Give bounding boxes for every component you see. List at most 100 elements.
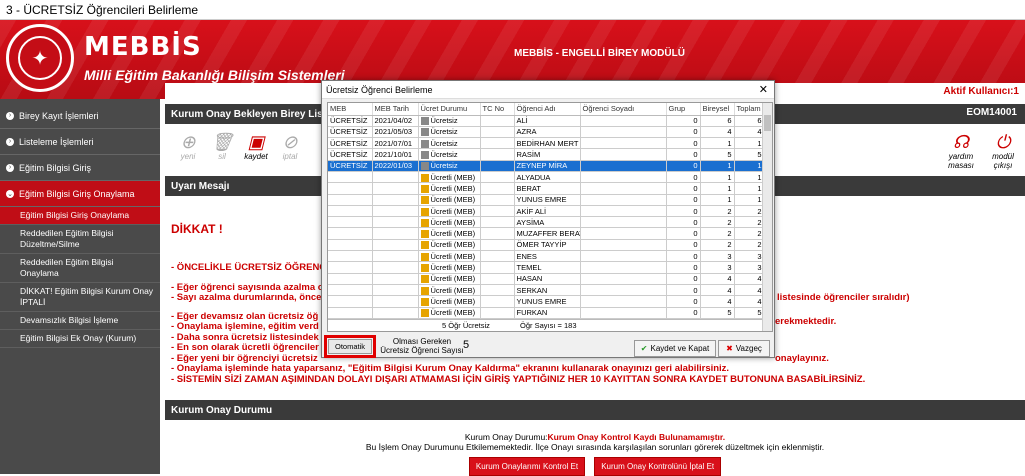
cancel-button[interactable]: ⊘ iptal bbox=[273, 132, 307, 161]
cancel-approval-check-button[interactable]: Kurum Onay Kontrolünü İptal Et bbox=[594, 457, 722, 476]
cell-name: MUZAFFER BERAT bbox=[514, 227, 581, 240]
table-row[interactable]: Ücretli (MEB) YUNUS EMRE 0 1 1 bbox=[328, 194, 765, 206]
close-icon[interactable]: ✕ bbox=[759, 83, 768, 96]
sidebar-subitem[interactable]: Devamsızlık Bilgisi İşleme bbox=[0, 312, 160, 330]
cell-name: ÖMER TAYYİP bbox=[514, 239, 581, 252]
headset-icon: ☊ bbox=[953, 132, 969, 152]
gift-icon bbox=[420, 128, 429, 137]
cell-meb bbox=[328, 194, 373, 206]
sidebar-subitem[interactable]: Reddedilen Eğitim Bilgisi Düzeltme/Silme bbox=[0, 225, 160, 254]
cell-g: 0 bbox=[666, 239, 701, 252]
column-header[interactable]: TC No bbox=[480, 103, 515, 116]
coin-icon bbox=[420, 241, 429, 250]
table-row[interactable]: ÜCRETSİZ 2021/10/01 Ücretsiz RASİM 0 5 5 bbox=[328, 148, 765, 161]
cell-t: 5 bbox=[734, 148, 765, 161]
cell-empty bbox=[580, 137, 667, 150]
cell-empty bbox=[580, 273, 667, 285]
table-row[interactable]: Ücretli (MEB) ÖMER TAYYİP 0 2 2 bbox=[328, 239, 765, 252]
cell-meb bbox=[328, 182, 373, 195]
cell-t: 4 bbox=[734, 284, 765, 297]
sidebar-item-egitim-giris[interactable]: › Eğitim Bilgisi Giriş bbox=[0, 155, 160, 181]
sidebar-item-label: Birey Kayıt İşlemleri bbox=[19, 110, 99, 121]
cell-t: 4 bbox=[734, 126, 765, 139]
sidebar-item-birey-kayit[interactable]: › Birey Kayıt İşlemleri bbox=[0, 103, 160, 129]
table-row[interactable]: ÜCRETSİZ 2022/01/03 Ücretsiz ZEYNEP MİRA 0 1 1 bbox=[328, 160, 765, 172]
table-row[interactable]: Ücretli (MEB) TEMEL 0 3 3 bbox=[328, 261, 765, 274]
cell-name: AKİF ALİ bbox=[514, 205, 581, 218]
cell-name: FURKAN bbox=[514, 307, 581, 319]
cell-g: 0 bbox=[666, 216, 701, 229]
cell-empty bbox=[580, 148, 667, 161]
cell-status: Ücretli (MEB) bbox=[418, 227, 481, 240]
cell-t: 1 bbox=[734, 182, 765, 195]
cell-name: RASİM bbox=[514, 148, 581, 161]
table-row[interactable]: ÜCRETSİZ 2021/05/03 Ücretsiz AZRA 0 4 4 bbox=[328, 126, 765, 139]
delete-button[interactable]: 🗑 sil bbox=[205, 132, 239, 161]
sidebar-subitem[interactable]: DİKKAT! Eğitim Bilgisi Kurum Onay İPTALİ bbox=[0, 283, 160, 312]
cell-empty bbox=[480, 137, 515, 150]
column-header[interactable]: Ücret Durumu bbox=[418, 103, 481, 116]
save-button[interactable]: ▣ kaydet bbox=[239, 132, 273, 161]
column-header[interactable]: Bireysel bbox=[700, 103, 735, 116]
cell-status: Ücretsiz bbox=[418, 137, 481, 150]
table-row[interactable]: Ücretli (MEB) YUNUS EMRE 0 4 4 bbox=[328, 295, 765, 308]
cell-g: 0 bbox=[666, 295, 701, 308]
student-count: Öğr Sayısı = 183 bbox=[520, 321, 577, 330]
cell-name: TEMEL bbox=[514, 261, 581, 274]
grid-summary: 5 Öğr Ücretsiz Öğr Sayısı = 183 bbox=[328, 319, 764, 331]
save-close-button[interactable]: ✔ Kaydet ve Kapat bbox=[634, 340, 716, 357]
cell-empty bbox=[580, 307, 667, 319]
dialog-cancel-button[interactable]: ✖ Vazgeç bbox=[718, 340, 770, 357]
cell-g: 0 bbox=[666, 194, 701, 206]
check-approvals-button[interactable]: Kurum Onaylarımı Kontrol Et bbox=[468, 457, 586, 476]
approval-status: Kurum Onay Durumu:Kurum Onay Kontrol Kay… bbox=[464, 432, 726, 442]
table-row[interactable]: Ücretli (MEB) BERAT 0 1 1 bbox=[328, 182, 765, 195]
column-header[interactable]: MEB Tarih bbox=[372, 103, 419, 116]
table-row[interactable]: Ücretli (MEB) SERKAN 0 4 4 bbox=[328, 284, 765, 297]
student-table: MEB MEB Tarih Ücret Durumu TC No Öğrenci Adı… bbox=[328, 103, 765, 319]
table-row[interactable]: Ücretli (MEB) ENES 0 3 3 bbox=[328, 250, 765, 263]
table-row[interactable]: ÜCRETSİZ 2021/04/02 Ücretsiz ALİ 0 6 6 bbox=[328, 115, 765, 127]
column-header[interactable]: Öğrenci Adı bbox=[514, 103, 581, 116]
coin-icon bbox=[420, 218, 429, 227]
dialog-footer: Otomatik Olması Gereken Ücretsiz Öğrenci… bbox=[322, 335, 776, 359]
coin-icon bbox=[420, 207, 429, 216]
column-header[interactable]: Toplam bbox=[734, 103, 765, 116]
cell-g: 0 bbox=[666, 205, 701, 218]
otomatik-button[interactable]: Otomatik bbox=[328, 339, 372, 354]
sidebar-subitem[interactable]: Eğitim Bilgisi Ek Onay (Kurum) bbox=[0, 330, 160, 348]
table-row[interactable]: Ücretli (MEB) FURKAN 0 5 5 bbox=[328, 307, 765, 319]
cell-g: 0 bbox=[666, 182, 701, 195]
table-row[interactable]: Ücretli (MEB) AYSİMA 0 2 2 bbox=[328, 216, 765, 229]
cell-g: 0 bbox=[666, 148, 701, 161]
table-row[interactable]: Ücretli (MEB) AKİF ALİ 0 2 2 bbox=[328, 205, 765, 218]
column-header[interactable]: Öğrenci Soyadı bbox=[580, 103, 667, 116]
cell-meb bbox=[328, 284, 373, 297]
cell-t: 1 bbox=[734, 137, 765, 150]
cell-empty bbox=[580, 160, 667, 172]
sidebar-item-listeleme[interactable]: › Listeleme İşlemleri bbox=[0, 129, 160, 155]
eom-code: EOM14001 bbox=[966, 107, 1017, 118]
table-row[interactable]: Ücretli (MEB) ALYADUA 0 1 1 bbox=[328, 171, 765, 184]
sidebar-subitem[interactable]: Reddedilen Eğitim Bilgisi Onaylama bbox=[0, 254, 160, 283]
cell-name: ENES bbox=[514, 250, 581, 263]
table-row[interactable]: Ücretli (MEB) MUZAFFER BERAT 0 2 2 bbox=[328, 227, 765, 240]
new-button[interactable]: ⊕ yeni bbox=[171, 132, 205, 161]
cell-t: 1 bbox=[734, 171, 765, 184]
sidebar-subitem[interactable]: Eğitim Bilgisi Giriş Onaylama bbox=[0, 207, 160, 225]
module-exit-button[interactable]: ⏻ modül çıkışı bbox=[983, 132, 1023, 170]
cell-meb bbox=[328, 273, 373, 285]
column-header[interactable]: Grup bbox=[666, 103, 701, 116]
cell-date bbox=[372, 171, 419, 184]
column-header[interactable]: MEB bbox=[328, 103, 373, 116]
table-row[interactable]: Ücretli (MEB) HASAN 0 4 4 bbox=[328, 273, 765, 285]
help-desk-button[interactable]: ☊ yardım masası bbox=[941, 132, 981, 170]
sidebar-item-label: Eğitim Bilgisi Giriş Onaylama bbox=[19, 188, 135, 199]
vertical-scrollbar[interactable] bbox=[762, 103, 772, 331]
sidebar-item-egitim-onaylama[interactable]: ⌄ Eğitim Bilgisi Giriş Onaylama bbox=[0, 181, 160, 207]
panel-title: Kurum Onay Bekleyen Birey Listesi bbox=[171, 108, 340, 120]
table-row[interactable]: ÜCRETSİZ 2021/07/01 Ücretsiz BEDİRHAN MERT 0… bbox=[328, 137, 765, 150]
scrollbar-thumb[interactable] bbox=[764, 115, 771, 131]
cell-b: 3 bbox=[700, 261, 735, 274]
cell-empty bbox=[480, 307, 515, 319]
